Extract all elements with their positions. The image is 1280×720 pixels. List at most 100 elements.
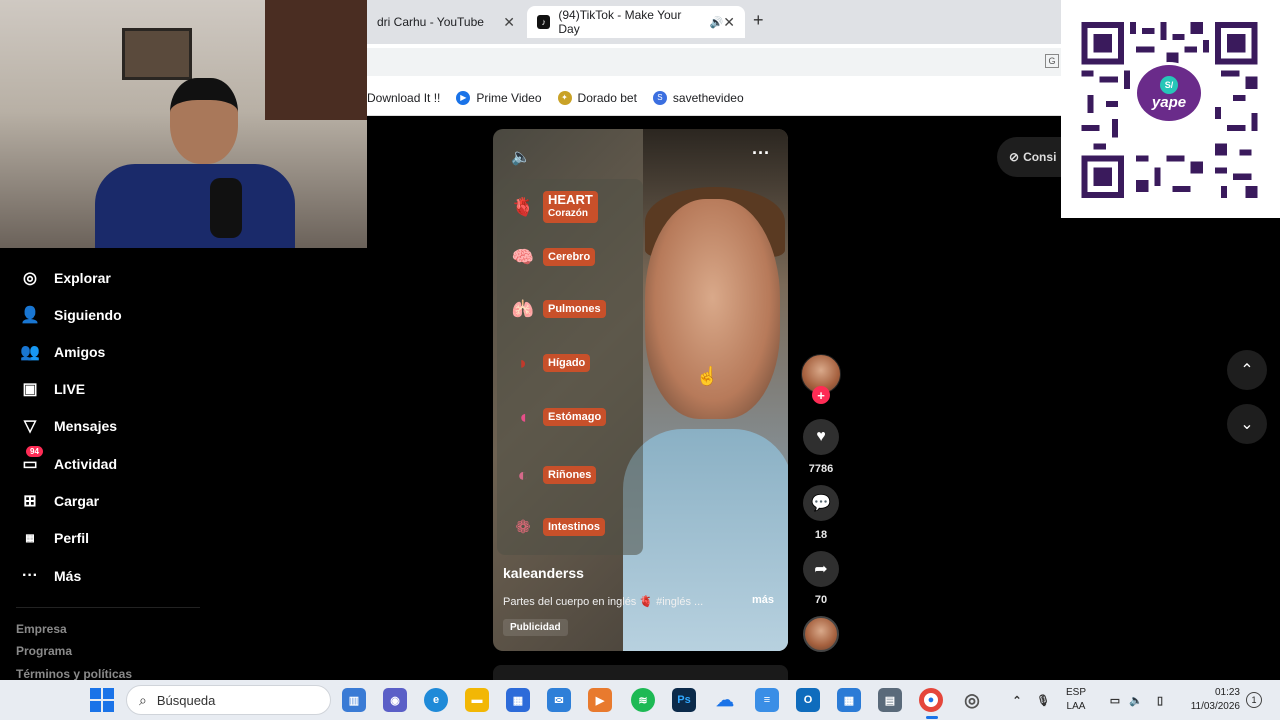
video-player[interactable]: 🫀 HEART Corazón 🧠 Cerebro 🫁 Pulmones ◗ Hí… bbox=[493, 129, 788, 651]
microphone-icon[interactable]: 🎙 bbox=[1031, 688, 1055, 712]
photoshop-icon[interactable]: Ps bbox=[672, 688, 696, 712]
outlook-icon[interactable]: O bbox=[796, 688, 820, 712]
taskbar-search[interactable]: ⌕ Búsqueda bbox=[126, 685, 331, 715]
organ-heart: 🫀 HEART Corazón bbox=[507, 191, 598, 223]
more-link[interactable]: más bbox=[752, 594, 774, 606]
next-video-card[interactable] bbox=[493, 665, 788, 680]
organ-liver: ◗ Hígado bbox=[507, 347, 591, 379]
system-clock[interactable]: 01:23 11/03/2026 bbox=[1178, 686, 1240, 714]
file-explorer-icon[interactable]: ▬ bbox=[465, 688, 489, 712]
battery-icon[interactable]: ▯ bbox=[1148, 688, 1172, 712]
close-icon[interactable]: ✕ bbox=[723, 14, 735, 31]
new-tab-button[interactable]: + bbox=[753, 10, 764, 31]
mouse-cursor-icon: ☝ bbox=[696, 366, 719, 386]
sidebar-item-mensajes[interactable]: ▽ Mensajes bbox=[20, 416, 117, 436]
consig-button[interactable]: ⊘ Consi bbox=[997, 137, 1067, 177]
chrome-icon[interactable]: ● bbox=[919, 688, 943, 712]
next-video-button[interactable]: ⌄ bbox=[1227, 404, 1267, 444]
task-view-icon[interactable]: ▥ bbox=[342, 688, 366, 712]
chevron-up-icon: ⌃ bbox=[1240, 362, 1254, 379]
store-icon[interactable]: ▦ bbox=[506, 688, 530, 712]
footer-link-empresa[interactable]: Empresa bbox=[16, 622, 67, 636]
chevron-up-icon[interactable]: ⌃ bbox=[1005, 688, 1029, 712]
sidebar-item-explorar[interactable]: ◎ Explorar bbox=[20, 268, 111, 288]
following-icon: 👤 bbox=[20, 307, 40, 324]
footer-link-terminos[interactable]: Términos y políticas bbox=[16, 667, 132, 681]
sidebar-item-cargar[interactable]: ⊞ Cargar bbox=[20, 491, 99, 511]
onedrive-icon[interactable]: ☁ bbox=[713, 688, 737, 712]
bookmark-download[interactable]: Download It !! bbox=[367, 91, 440, 105]
tab-tiktok[interactable]: ♪ (94)TikTok - Make Your Day 🔊 ✕ bbox=[527, 6, 745, 38]
video-username[interactable]: kaleanderss bbox=[503, 565, 584, 581]
comment-button[interactable]: 💬 bbox=[803, 485, 839, 521]
compass-icon: ◎ bbox=[23, 270, 37, 287]
translate-icon[interactable]: G bbox=[1045, 54, 1059, 68]
dorado-icon: ✦ bbox=[557, 90, 572, 105]
cabinet bbox=[265, 0, 367, 120]
sidebar-item-live[interactable]: ▣ LIVE bbox=[20, 379, 85, 399]
bookmark-prime-video[interactable]: ▶ Prime Video bbox=[456, 90, 542, 105]
notepad-icon[interactable]: ≡ bbox=[755, 688, 779, 712]
chevron-down-icon: ⌄ bbox=[1240, 416, 1254, 433]
previous-video-button[interactable]: ⌃ bbox=[1227, 350, 1267, 390]
activity-badge: 94 bbox=[26, 446, 43, 457]
organ-lungs: 🫁 Pulmones bbox=[507, 293, 606, 325]
media-player-icon[interactable]: ▶ bbox=[588, 688, 612, 712]
language-indicator[interactable]: ESP LAA bbox=[1066, 686, 1086, 714]
liver-icon: ◗ bbox=[517, 352, 529, 373]
lungs-icon: 🫁 bbox=[511, 298, 535, 319]
more-options-icon[interactable]: ··· bbox=[752, 143, 770, 164]
organ-stomach: ◖ Estómago bbox=[507, 401, 607, 433]
yape-logo: S/ yape bbox=[1134, 62, 1204, 124]
chrome-active-indicator bbox=[926, 716, 938, 719]
footer-link-programa[interactable]: Programa bbox=[16, 644, 72, 658]
sidebar-item-siguiendo[interactable]: 👤 Siguiendo bbox=[20, 305, 122, 325]
messages-icon: ▽ bbox=[23, 418, 37, 435]
url-field[interactable] bbox=[367, 48, 1061, 76]
tab-title: (94)TikTok - Make Your Day bbox=[558, 8, 682, 36]
obs-icon[interactable]: ◎ bbox=[960, 688, 984, 712]
share-button[interactable]: ➦ bbox=[803, 551, 839, 587]
volume-icon[interactable]: 🔈 bbox=[511, 147, 531, 167]
windows-start-button[interactable] bbox=[90, 688, 114, 712]
share-icon: ➦ bbox=[814, 561, 828, 578]
sidebar-item-amigos[interactable]: 👥 Amigos bbox=[20, 342, 105, 362]
tab-youtube[interactable]: dri Carhu - YouTube ✕ bbox=[367, 6, 525, 38]
calculator-icon[interactable]: ▤ bbox=[878, 688, 902, 712]
follow-plus-icon[interactable]: + bbox=[812, 386, 830, 404]
coin-icon: ⊘ bbox=[1009, 150, 1020, 164]
like-count: 7786 bbox=[808, 463, 834, 475]
calendar-icon[interactable]: ▦ bbox=[837, 688, 861, 712]
close-icon[interactable]: ✕ bbox=[503, 14, 515, 31]
notification-badge[interactable]: 1 bbox=[1246, 692, 1262, 708]
search-icon: ⌕ bbox=[139, 691, 147, 708]
screen: dri Carhu - YouTube ✕ ♪ (94)TikTok - Mak… bbox=[0, 0, 1280, 720]
tiktok-icon: ♪ bbox=[537, 15, 551, 29]
sidebar-divider bbox=[16, 607, 200, 608]
speaker-icon[interactable]: 🔊 bbox=[710, 16, 724, 29]
edge-icon[interactable]: e bbox=[424, 688, 448, 712]
volume-tray-icon[interactable]: 🔈 bbox=[1124, 688, 1148, 712]
mail-icon[interactable]: ✉ bbox=[547, 688, 571, 712]
sidebar-item-mas[interactable]: ··· Más bbox=[20, 566, 81, 586]
heart-organ-icon: 🫀 bbox=[511, 196, 535, 217]
teams-icon[interactable]: ◉ bbox=[383, 688, 407, 712]
bookmark-savethevideo[interactable]: S savethevideo bbox=[652, 90, 744, 105]
sound-avatar[interactable] bbox=[803, 616, 839, 652]
bookmark-dorado-bet[interactable]: ✦ Dorado bet bbox=[557, 90, 637, 105]
activity-icon: ▭ 94 bbox=[20, 446, 43, 474]
tiktok-sidebar: ◎ Explorar 👤 Siguiendo 👥 Amigos ▣ LIVE ▽… bbox=[0, 248, 367, 681]
sidebar-item-perfil[interactable]: ▦ Perfil bbox=[20, 528, 89, 548]
microphone bbox=[210, 178, 242, 238]
brain-icon: 🧠 bbox=[511, 246, 535, 267]
address-bar: G bbox=[367, 44, 1061, 80]
bookmarks-bar: Download It !! ▶ Prime Video ✦ Dorado be… bbox=[367, 80, 1061, 116]
spotify-icon[interactable]: ≋ bbox=[631, 688, 655, 712]
like-button[interactable]: ♥ bbox=[803, 419, 839, 455]
organ-kidneys: ◐ Riñones bbox=[507, 459, 597, 491]
more-icon: ··· bbox=[22, 567, 38, 584]
prime-video-icon: ▶ bbox=[456, 90, 471, 105]
yape-qr-overlay: S/ yape bbox=[1061, 0, 1280, 218]
sidebar-item-actividad[interactable]: ▭ 94 Actividad bbox=[20, 446, 117, 474]
comment-icon: 💬 bbox=[811, 495, 831, 512]
